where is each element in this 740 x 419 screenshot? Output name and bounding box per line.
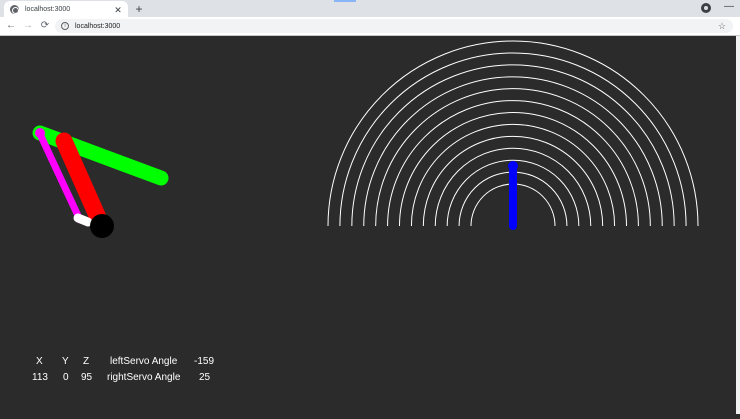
base-joint	[90, 214, 114, 238]
profile-icon[interactable]	[701, 3, 711, 13]
page-scrollbar[interactable]	[736, 36, 740, 414]
end-effector	[73, 213, 93, 227]
tabstrip-accent	[334, 0, 356, 2]
forward-icon[interactable]: →	[21, 19, 35, 33]
globe-icon	[10, 5, 19, 14]
x-value: 113	[32, 372, 48, 383]
reload-icon[interactable]: ⟳	[38, 19, 52, 33]
browser-toolbar: ← → ⟳ i localhost:3000 ☆	[0, 17, 740, 36]
address-bar[interactable]: i localhost:3000 ☆	[55, 19, 733, 33]
right-servo-label: rightServo Angle	[107, 372, 181, 383]
tab-localhost[interactable]: localhost:3000 ✕	[4, 1, 128, 18]
close-icon[interactable]: ✕	[112, 4, 124, 16]
left-servo-label: leftServo Angle	[110, 356, 178, 367]
star-icon[interactable]: ☆	[715, 21, 729, 32]
shoulder-joint	[35, 128, 45, 138]
url-text[interactable]: localhost:3000	[75, 23, 715, 30]
minimize-icon[interactable]: —	[722, 1, 736, 15]
tab-title: localhost:3000	[25, 6, 71, 13]
info-icon[interactable]: i	[61, 22, 69, 30]
z-header: Z	[83, 356, 90, 367]
z-value: 95	[81, 372, 93, 383]
browser-chrome: localhost:3000 ✕ + — ← → ⟳ i localhost:3…	[0, 0, 740, 36]
x-header: X	[36, 356, 43, 367]
left-servo-value: -159	[194, 356, 215, 367]
y-header: Y	[62, 356, 69, 367]
gauge-needle-tip	[508, 161, 518, 171]
y-value: 0	[63, 372, 69, 383]
new-tab-icon[interactable]: +	[132, 2, 146, 16]
robot-scene: X Y Z leftServo Angle -159 113 0 95 righ…	[0, 36, 736, 414]
tab-strip: localhost:3000 ✕ + —	[0, 0, 740, 18]
right-servo-value: 25	[199, 372, 211, 383]
back-icon[interactable]: ←	[4, 19, 18, 33]
